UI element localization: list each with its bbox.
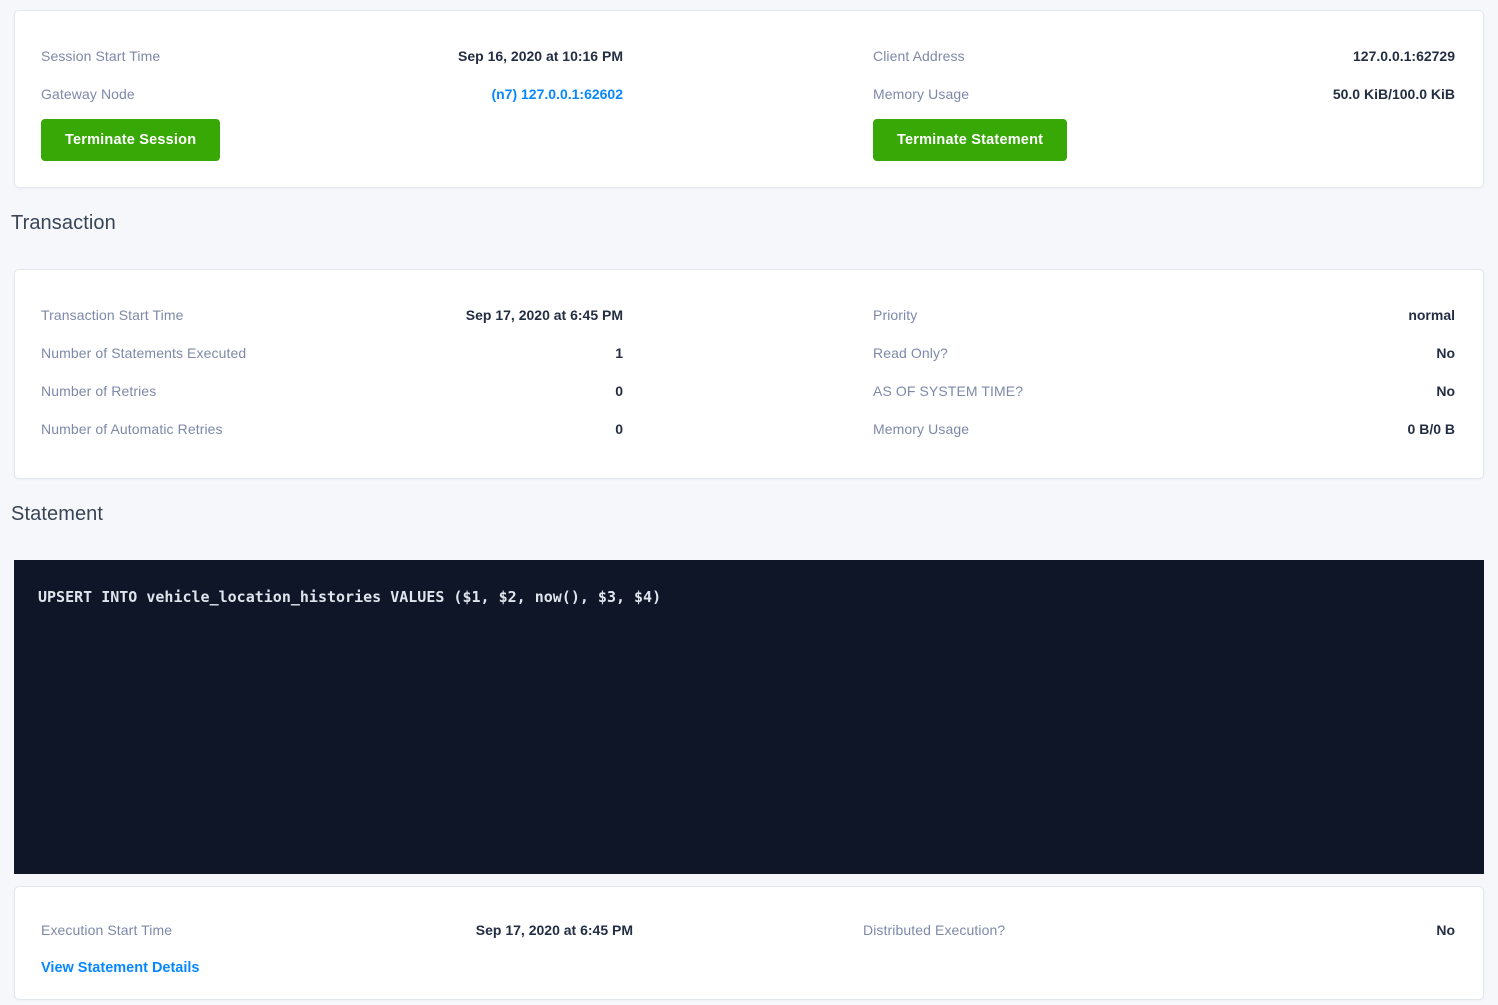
view-statement-details-row: View Statement Details [41, 951, 633, 985]
session-summary-columns: Session Start Time Sep 16, 2020 at 10:16… [15, 11, 1483, 161]
statements-executed-value: 1 [615, 345, 623, 361]
execution-left-column: Execution Start Time Sep 17, 2020 at 6:4… [41, 911, 633, 985]
transaction-card: Transaction Start Time Sep 17, 2020 at 6… [14, 269, 1484, 479]
terminate-statement-button[interactable]: Terminate Statement [873, 119, 1067, 161]
execution-start-time-row: Execution Start Time Sep 17, 2020 at 6:4… [41, 911, 633, 949]
execution-right-column: Distributed Execution? No [863, 911, 1455, 985]
transaction-columns: Transaction Start Time Sep 17, 2020 at 6… [15, 270, 1483, 448]
transaction-memory-usage-row: Memory Usage 0 B/0 B [873, 410, 1455, 448]
terminate-session-button[interactable]: Terminate Session [41, 119, 220, 161]
statements-executed-label: Number of Statements Executed [41, 345, 246, 361]
as-of-system-time-row: AS OF SYSTEM TIME? No [873, 372, 1455, 410]
session-memory-usage-value: 50.0 KiB/100.0 KiB [1333, 86, 1455, 102]
execution-start-time-label: Execution Start Time [41, 922, 172, 938]
transaction-heading: Transaction [11, 211, 1484, 235]
distributed-execution-row: Distributed Execution? No [863, 911, 1455, 949]
as-of-system-time-label: AS OF SYSTEM TIME? [873, 383, 1023, 399]
execution-card: Execution Start Time Sep 17, 2020 at 6:4… [14, 886, 1484, 1000]
client-address-value: 127.0.0.1:62729 [1353, 48, 1455, 64]
statement-heading: Statement [11, 502, 1484, 526]
transaction-left-column: Transaction Start Time Sep 17, 2020 at 6… [41, 296, 623, 448]
as-of-system-time-value: No [1436, 383, 1455, 399]
retries-value: 0 [615, 383, 623, 399]
priority-value: normal [1408, 307, 1455, 323]
session-start-time-label: Session Start Time [41, 48, 160, 64]
read-only-label: Read Only? [873, 345, 948, 361]
client-address-row: Client Address 127.0.0.1:62729 [873, 37, 1455, 75]
transaction-memory-usage-value: 0 B/0 B [1408, 421, 1455, 437]
priority-label: Priority [873, 307, 917, 323]
execution-columns: Execution Start Time Sep 17, 2020 at 6:4… [15, 887, 1483, 985]
session-summary-right-column: Client Address 127.0.0.1:62729 Memory Us… [873, 37, 1455, 161]
automatic-retries-label: Number of Automatic Retries [41, 421, 223, 437]
session-summary-left-column: Session Start Time Sep 16, 2020 at 10:16… [41, 37, 623, 161]
session-start-time-row: Session Start Time Sep 16, 2020 at 10:16… [41, 37, 623, 75]
automatic-retries-row: Number of Automatic Retries 0 [41, 410, 623, 448]
execution-start-time-value: Sep 17, 2020 at 6:45 PM [476, 922, 633, 938]
gateway-node-label: Gateway Node [41, 86, 135, 102]
view-statement-details-link[interactable]: View Statement Details [41, 960, 200, 976]
client-address-label: Client Address [873, 48, 965, 64]
read-only-row: Read Only? No [873, 334, 1455, 372]
session-memory-usage-label: Memory Usage [873, 86, 969, 102]
retries-row: Number of Retries 0 [41, 372, 623, 410]
transaction-start-time-label: Transaction Start Time [41, 307, 184, 323]
sql-statement-text: UPSERT INTO vehicle_location_histories V… [38, 588, 1460, 606]
session-summary-card: Session Start Time Sep 16, 2020 at 10:16… [14, 10, 1484, 188]
session-start-time-value: Sep 16, 2020 at 10:16 PM [458, 48, 623, 64]
read-only-value: No [1436, 345, 1455, 361]
priority-row: Priority normal [873, 296, 1455, 334]
session-memory-usage-row: Memory Usage 50.0 KiB/100.0 KiB [873, 75, 1455, 113]
gateway-node-link[interactable]: (n7) 127.0.0.1:62602 [491, 86, 623, 102]
session-details-page: Session Start Time Sep 16, 2020 at 10:16… [0, 0, 1498, 1000]
distributed-execution-value: No [1436, 922, 1455, 938]
retries-label: Number of Retries [41, 383, 156, 399]
sql-statement-box: UPSERT INTO vehicle_location_histories V… [14, 560, 1484, 874]
statements-executed-row: Number of Statements Executed 1 [41, 334, 623, 372]
automatic-retries-value: 0 [615, 421, 623, 437]
gateway-node-row: Gateway Node (n7) 127.0.0.1:62602 [41, 75, 623, 113]
transaction-memory-usage-label: Memory Usage [873, 421, 969, 437]
transaction-start-time-value: Sep 17, 2020 at 6:45 PM [466, 307, 623, 323]
transaction-start-time-row: Transaction Start Time Sep 17, 2020 at 6… [41, 296, 623, 334]
distributed-execution-label: Distributed Execution? [863, 922, 1005, 938]
transaction-right-column: Priority normal Read Only? No AS OF SYST… [873, 296, 1455, 448]
